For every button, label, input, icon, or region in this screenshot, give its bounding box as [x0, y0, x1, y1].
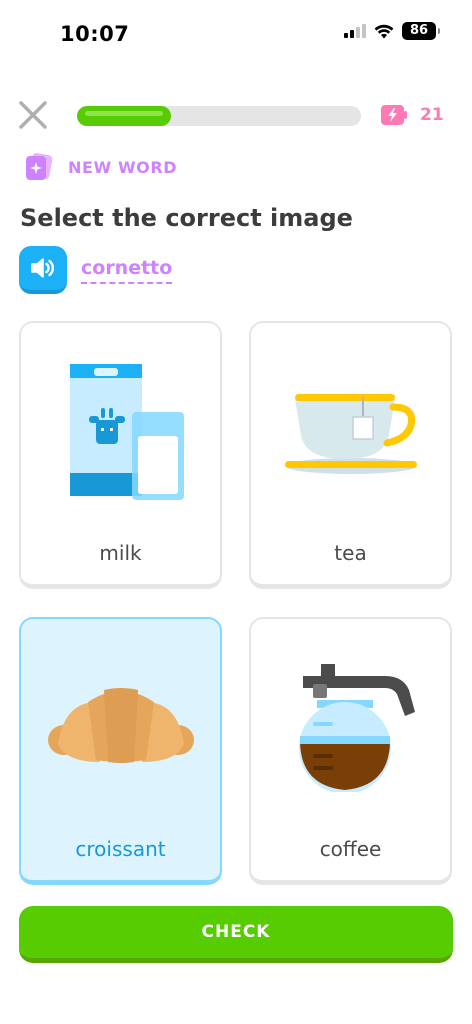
- new-word-label: NEW WORD: [68, 157, 178, 177]
- choice-card-tea[interactable]: tea: [249, 321, 452, 589]
- choice-label: milk: [99, 541, 142, 565]
- coffee-pot-icon: [298, 664, 415, 792]
- prompt-title: Select the correct image: [20, 204, 353, 232]
- tea-cup-icon: [284, 394, 417, 474]
- prompt-word[interactable]: cornetto: [81, 257, 173, 284]
- choice-card-milk[interactable]: milk: [19, 321, 222, 589]
- croissant-icon: [47, 688, 194, 763]
- status-icons: 86: [344, 22, 440, 40]
- battery-icon: 86: [402, 22, 440, 40]
- choice-label: croissant: [75, 837, 166, 861]
- milk-carton-glass-icon: [69, 364, 184, 500]
- progress-fill: [77, 106, 171, 126]
- energy-count: 21: [420, 105, 444, 125]
- status-time: 10:07: [60, 22, 130, 46]
- wifi-icon: [374, 24, 394, 38]
- lesson-progress-bar: [77, 106, 361, 126]
- progress-shine: [85, 111, 163, 116]
- check-button[interactable]: CHECK: [19, 906, 453, 963]
- speaker-icon: [31, 258, 55, 278]
- choice-label: tea: [334, 541, 367, 565]
- speaker-button[interactable]: [19, 246, 67, 294]
- choice-label: coffee: [319, 837, 382, 861]
- choice-card-coffee[interactable]: coffee: [249, 617, 452, 885]
- energy-battery-icon: [381, 105, 407, 125]
- cellular-signal-icon: [344, 24, 366, 38]
- new-word-card-icon: [26, 153, 53, 180]
- new-word-badge: NEW WORD: [24, 153, 177, 181]
- close-icon[interactable]: [18, 100, 48, 130]
- choice-card-croissant[interactable]: croissant: [19, 617, 222, 885]
- energy-counter[interactable]: 21: [380, 103, 444, 127]
